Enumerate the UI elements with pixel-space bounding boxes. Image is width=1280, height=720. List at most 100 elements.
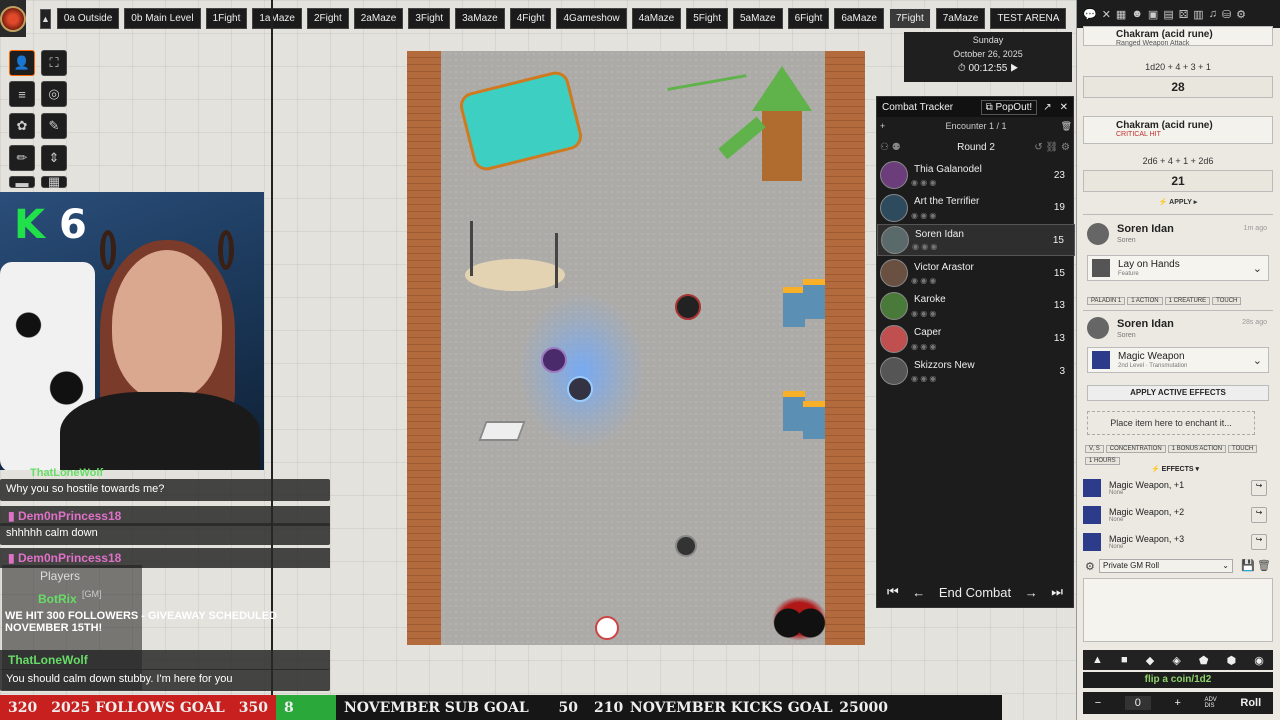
- scenes-tab-icon[interactable]: ▦: [1116, 8, 1126, 21]
- round-tools-icon[interactable]: ↺ ⛓ ⚙: [1034, 142, 1070, 153]
- combatant-row[interactable]: Soren Idan ◉ ◉ ◉ 15: [877, 224, 1075, 257]
- status-icons[interactable]: ◉ ◉ ◉: [911, 276, 936, 285]
- initiative-value[interactable]: 15: [1053, 235, 1064, 246]
- scene-tab[interactable]: 7Fight: [888, 8, 931, 29]
- ruler-icon[interactable]: ✎: [41, 113, 67, 139]
- compendium-tab-icon[interactable]: ⛁: [1222, 8, 1231, 21]
- d6-icon[interactable]: ■: [1121, 654, 1128, 666]
- journal-tab-icon[interactable]: ▤: [1163, 8, 1173, 21]
- first-turn-icon[interactable]: ⏮: [887, 584, 899, 600]
- status-icons[interactable]: ◉ ◉ ◉: [911, 178, 936, 187]
- scene-tab[interactable]: 0b Main Level: [124, 8, 201, 29]
- scene-tab[interactable]: 6aMaze: [834, 8, 884, 29]
- apply-effects-button[interactable]: APPLY ACTIVE EFFECTS: [1087, 385, 1269, 401]
- scene-tab[interactable]: 2Fight: [306, 8, 349, 29]
- status-icons[interactable]: ◉ ◉ ◉: [911, 374, 936, 383]
- status-icons[interactable]: ◉ ◉ ◉: [911, 342, 936, 351]
- roll-total[interactable]: 28: [1083, 76, 1273, 98]
- spell-card[interactable]: Magic Weapon 2nd Level · Transmutation ⌄: [1087, 347, 1269, 373]
- close-icon[interactable]: ✕: [1060, 102, 1068, 113]
- fire-barrel-4[interactable]: [803, 401, 825, 439]
- scene-tab[interactable]: 5Fight: [686, 8, 728, 29]
- chevron-down-icon[interactable]: ⌄: [1253, 354, 1262, 367]
- items-tab-icon[interactable]: ▣: [1148, 8, 1158, 21]
- status-icons[interactable]: ◉ ◉ ◉: [911, 309, 936, 318]
- playground-tile[interactable]: [657, 61, 817, 201]
- item-card[interactable]: Lay on Hands Feature ⌄: [1087, 255, 1269, 281]
- decrement-button[interactable]: −: [1095, 697, 1101, 709]
- token-caper[interactable]: [595, 616, 619, 640]
- dice-count[interactable]: 0: [1124, 696, 1151, 710]
- increment-button[interactable]: +: [1174, 697, 1180, 709]
- chevron-down-icon[interactable]: ⌄: [1253, 262, 1262, 275]
- roll-button[interactable]: Roll: [1240, 697, 1261, 709]
- fullscreen-icon[interactable]: ⛶: [41, 50, 67, 76]
- share-icon[interactable]: ↪: [1251, 507, 1267, 523]
- initiative-value[interactable]: 13: [1054, 333, 1065, 344]
- d4-icon[interactable]: ▲: [1092, 654, 1103, 666]
- d12-icon[interactable]: ⬟: [1199, 654, 1209, 667]
- swing-set-tile[interactable]: [465, 211, 569, 291]
- trash-bags-tile[interactable]: [772, 596, 827, 641]
- tiles-icon[interactable]: ✿: [9, 113, 35, 139]
- walls-icon[interactable]: ▬: [9, 175, 35, 190]
- scene-tab[interactable]: 4Fight: [509, 8, 552, 29]
- roll-mode-select[interactable]: Private GM Roll ⌄: [1099, 559, 1233, 573]
- damage-total[interactable]: 21: [1083, 170, 1273, 192]
- d10-icon[interactable]: ◈: [1172, 654, 1180, 667]
- scene-tab[interactable]: 3Fight: [408, 8, 451, 29]
- enchant-dropzone[interactable]: Place item here to enchant it...: [1087, 411, 1255, 435]
- token-art[interactable]: [541, 347, 567, 373]
- scene-tab[interactable]: 7aMaze: [935, 8, 986, 29]
- measure-icon[interactable]: ≡: [9, 81, 35, 107]
- last-turn-icon[interactable]: ⏭: [1051, 584, 1063, 600]
- add-encounter-icon[interactable]: +: [880, 121, 885, 131]
- grid-icon[interactable]: ▦: [41, 174, 67, 189]
- scene-tab[interactable]: 1aMaze: [252, 8, 302, 29]
- initiative-value[interactable]: 3: [1059, 366, 1065, 377]
- layer-icon[interactable]: ⇕: [41, 145, 67, 171]
- share-icon[interactable]: ↪: [1251, 480, 1267, 496]
- adv-dis-toggle[interactable]: ADV DIS: [1204, 697, 1216, 709]
- flip-coin-button[interactable]: flip a coin/1d2: [1083, 672, 1273, 688]
- chat-tab-icon[interactable]: 💬: [1083, 8, 1097, 21]
- draw-icon[interactable]: ✏: [9, 145, 35, 171]
- combat-tab-icon[interactable]: ✕: [1102, 8, 1111, 21]
- combatant-row[interactable]: Thia Galanodel ◉ ◉ ◉ 23: [877, 159, 1075, 191]
- collapse-scenes-button[interactable]: ▲: [40, 8, 51, 29]
- effect-row[interactable]: Magic Weapon, +2 None ↪: [1083, 502, 1267, 528]
- battle-map[interactable]: [407, 51, 865, 645]
- scene-tab[interactable]: 4Gameshow: [556, 8, 627, 29]
- status-icons[interactable]: ◉ ◉ ◉: [911, 211, 936, 220]
- scene-tab[interactable]: 3aMaze: [455, 8, 505, 29]
- d8-icon[interactable]: ◆: [1146, 654, 1154, 667]
- token-victor[interactable]: [675, 535, 697, 557]
- fire-barrel-1[interactable]: [783, 287, 805, 327]
- settings-tab-icon[interactable]: ⚙: [1236, 8, 1246, 21]
- scene-tab[interactable]: 6Fight: [787, 8, 830, 29]
- fire-barrel-3[interactable]: [783, 391, 805, 431]
- tables-tab-icon[interactable]: ⚄: [1179, 8, 1189, 21]
- scene-tab[interactable]: 2aMaze: [353, 8, 404, 29]
- d100-icon[interactable]: ◉: [1254, 654, 1264, 667]
- table-tile[interactable]: [478, 421, 526, 441]
- initiative-value[interactable]: 15: [1054, 268, 1065, 279]
- scene-tab[interactable]: 0a Outside: [56, 8, 120, 29]
- save-icon[interactable]: 💾: [1241, 559, 1255, 572]
- token-controls-icon[interactable]: 👤: [9, 50, 35, 76]
- chat-input[interactable]: [1083, 578, 1273, 642]
- end-combat-button[interactable]: End Combat: [939, 585, 1011, 600]
- fire-barrel-2[interactable]: [803, 279, 825, 319]
- initiative-value[interactable]: 23: [1054, 170, 1065, 181]
- party-icon[interactable]: ⚇ ⚉: [880, 142, 901, 153]
- scene-tab[interactable]: 5aMaze: [733, 8, 783, 29]
- status-icons[interactable]: ◉ ◉ ◉: [912, 242, 937, 251]
- foundry-logo[interactable]: [0, 0, 26, 37]
- initiative-value[interactable]: 13: [1054, 300, 1065, 311]
- next-turn-icon[interactable]: →: [1025, 585, 1038, 600]
- token-skizzors[interactable]: [675, 294, 701, 320]
- scene-tab[interactable]: 1Fight: [205, 8, 248, 29]
- scene-tab[interactable]: 4aMaze: [631, 8, 682, 29]
- combatant-row[interactable]: Karoke ◉ ◉ ◉ 13: [877, 290, 1075, 322]
- combatant-row[interactable]: Caper ◉ ◉ ◉ 13: [877, 323, 1075, 355]
